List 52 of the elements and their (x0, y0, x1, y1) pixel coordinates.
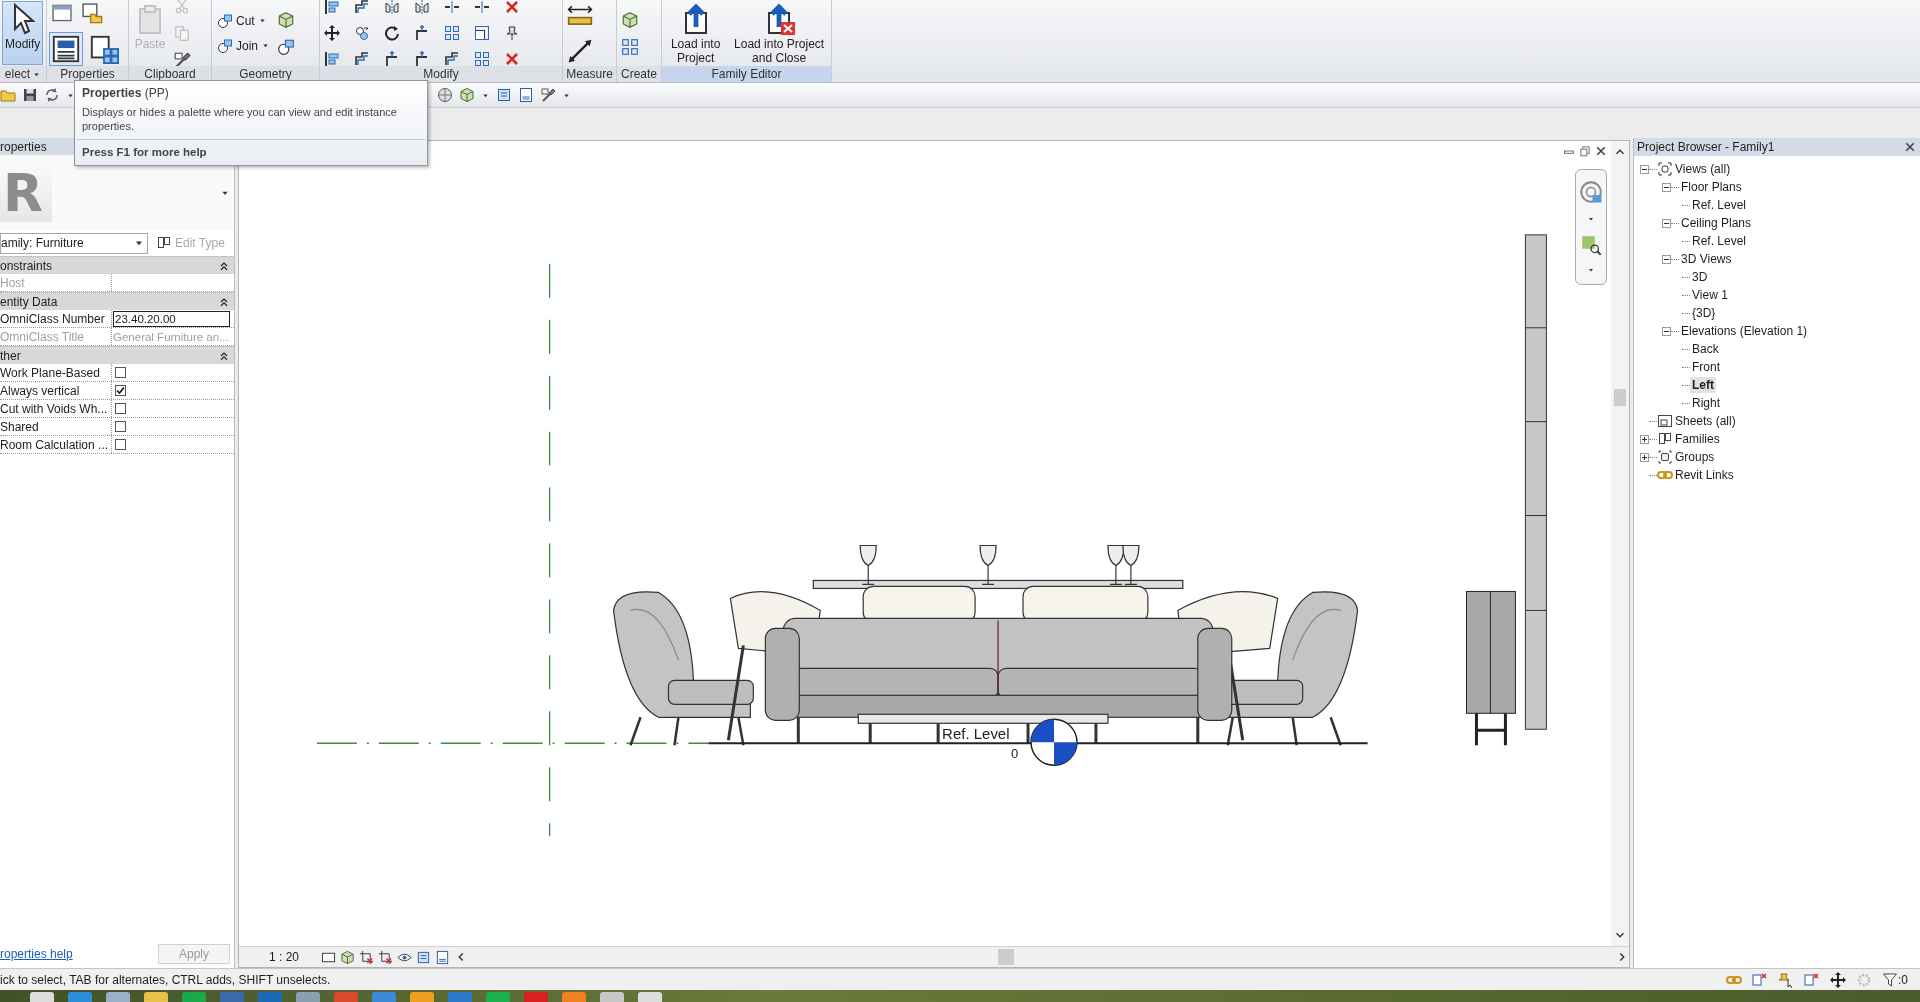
help-link[interactable]: roperties help (0, 946, 73, 961)
tree-item[interactable]: Views (all) (1673, 161, 1733, 177)
tree-item[interactable]: Sheets (all) (1673, 413, 1738, 429)
tree-item[interactable]: Elevations (Elevation 1) (1679, 323, 1810, 339)
load-button[interactable]: Load into Project and Close (729, 1, 829, 65)
level-name[interactable]: Ref. Level (942, 725, 1010, 743)
tooltip-description: Displays or hides a palette where you can view and edit instance properties. (81, 105, 398, 134)
group-header: ther (0, 348, 21, 363)
tree-item[interactable]: Ref. Level (1690, 197, 1749, 213)
group-header: onstraints (0, 258, 53, 273)
group-header: entity Data (0, 294, 58, 309)
tree-item[interactable]: Front (1690, 359, 1722, 375)
level-elevation: 0 (1011, 746, 1019, 762)
property-name: Shared (0, 418, 112, 435)
tree-item[interactable]: 3D Views (1679, 251, 1734, 267)
tool-button[interactable]: Modify (2, 1, 44, 65)
tree-item[interactable]: View 1 (1690, 287, 1730, 303)
panel-label: Family Editor (662, 66, 831, 82)
load-button[interactable]: Load into Project (664, 1, 728, 65)
tree-item[interactable]: Floor Plans (1679, 179, 1744, 195)
property-name: OmniClass Number (0, 310, 112, 327)
tool-button[interactable]: Cut (214, 10, 273, 31)
tree-item[interactable]: Ceiling Plans (1679, 215, 1754, 231)
tree-item[interactable]: 3D (1690, 269, 1710, 285)
property-value: General Furniture an... (113, 330, 229, 343)
property-name: Always vertical (0, 382, 112, 399)
panel-label: Modify (320, 66, 562, 82)
type-selector[interactable]: amily: Furniture (0, 232, 148, 254)
panel-label: Create (617, 66, 661, 82)
property-name: Host (0, 274, 112, 291)
view-scale[interactable]: 1 : 20 (269, 950, 300, 964)
property-name: Cut with Voids Wh... (0, 400, 112, 417)
panel-title: Project Browser - Family1 (1637, 140, 1775, 154)
filter-count: :0 (1898, 972, 1908, 987)
tree-item[interactable]: Right (1690, 395, 1722, 411)
panel-label: Measure (563, 66, 616, 82)
tree-item[interactable]: Ref. Level (1690, 233, 1749, 249)
tree-item[interactable]: Revit Links (1673, 467, 1736, 483)
tree-item[interactable]: Back (1690, 341, 1721, 357)
tooltip-title: Properties (PP) (81, 85, 170, 100)
property-name: OmniClass Title (0, 328, 112, 345)
tree-item[interactable]: Families (1673, 431, 1722, 447)
value-field[interactable]: 23.40.20.00 (113, 310, 230, 327)
tool-button[interactable]: Join (214, 35, 273, 56)
status-text: ick to select, TAB for alternates, CTRL adds, SHIFT unselects. (0, 972, 331, 987)
tree-item[interactable]: Left (1690, 377, 1716, 393)
panel-label: Properties (47, 66, 128, 82)
panel-label[interactable]: elect (0, 66, 46, 82)
tree-item[interactable]: {3D} (1690, 305, 1718, 321)
property-name: Room Calculation ... (0, 436, 112, 453)
property-name: Work Plane-Based (0, 364, 112, 381)
tree-item[interactable]: Groups (1673, 449, 1717, 465)
